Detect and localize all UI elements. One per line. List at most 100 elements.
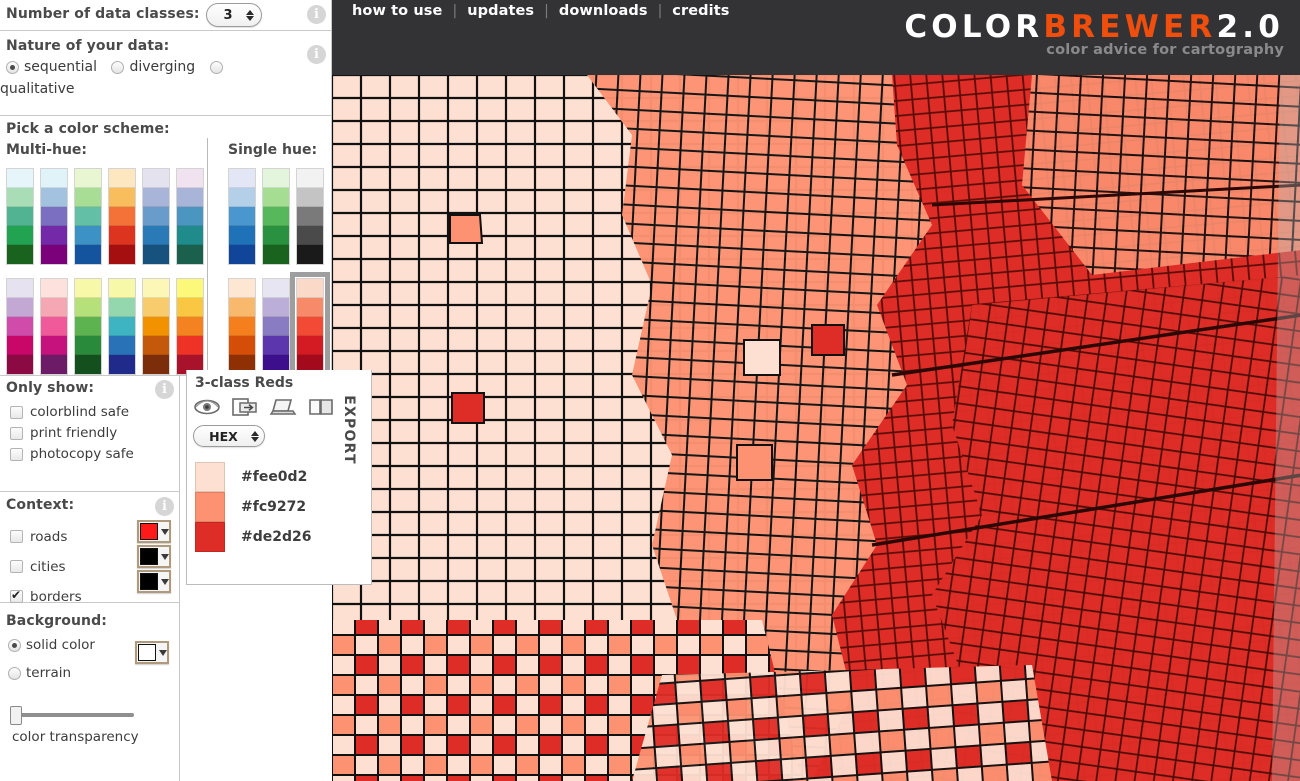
radio-option-sequential[interactable]: sequential	[6, 59, 97, 75]
swatch-stop-5	[41, 355, 67, 374]
data-classes-stepper[interactable]: 3	[206, 3, 262, 27]
checkbox-icon-cities[interactable]	[10, 560, 23, 573]
info-icon-data-classes[interactable]: i	[307, 5, 326, 24]
nav-link-downloads[interactable]: downloads	[549, 3, 658, 19]
info-icon-context[interactable]: i	[155, 497, 174, 516]
color-format-select[interactable]: HEX	[193, 425, 265, 447]
book-icon[interactable]	[307, 396, 335, 418]
checkbox-icon-borders[interactable]	[10, 588, 23, 603]
data-classes-label: Number of data classes:	[6, 6, 200, 22]
swatch-stop-2	[75, 298, 101, 317]
swatch-stop-2	[297, 188, 323, 207]
color-picker-cities[interactable]	[137, 545, 171, 568]
legend-color-row-1[interactable]: #fee0d2	[195, 462, 312, 492]
legend-color-value-3: #de2d26	[241, 529, 312, 545]
section-context: Context: i roads cities borders	[0, 492, 180, 605]
only-show-checkbox-list: colorblind safe print friendly photocopy…	[10, 404, 134, 467]
map-svg[interactable]	[332, 75, 1300, 781]
swatch-stop-4	[109, 336, 135, 355]
radio-option-terrain[interactable]: terrain	[8, 665, 71, 681]
swatch-stop-4	[7, 226, 33, 245]
swatch-stop-5	[41, 245, 67, 264]
scheme-swatch-orrd[interactable]	[108, 168, 136, 265]
site-logo[interactable]: COLORBREWER2.0 color advice for cartogra…	[904, 10, 1284, 58]
swatch-stop-1	[229, 279, 255, 298]
chevron-down-icon-cities[interactable]	[161, 553, 169, 560]
checkbox-row-cities[interactable]: cities	[10, 554, 82, 579]
swatch-stop-1	[177, 169, 203, 188]
legend-color-row-2[interactable]: #fc9272	[195, 492, 312, 522]
transparency-slider-thumb[interactable]	[10, 706, 22, 725]
checkbox-icon-photocopy-safe[interactable]	[10, 447, 23, 461]
swatch-stop-2	[177, 298, 203, 317]
checkbox-icon-print-friendly[interactable]	[10, 426, 23, 440]
swatch-stop-3	[229, 207, 255, 226]
nav-link-credits[interactable]: credits	[662, 3, 739, 19]
scheme-swatch-ylgnbu[interactable]	[108, 278, 136, 375]
legend-color-chip-2	[195, 492, 225, 522]
multi-hue-label: Multi-hue:	[6, 142, 88, 158]
chevron-down-icon-roads[interactable]	[161, 528, 169, 535]
scheme-swatch-pubu[interactable]	[142, 168, 170, 265]
scheme-swatch-gnbu[interactable]	[74, 168, 102, 265]
swatch-stop-5	[75, 245, 101, 264]
chevron-down-icon-background[interactable]	[159, 649, 167, 656]
swatch-stop-2	[109, 188, 135, 207]
legend-color-list: #fee0d2 #fc9272 #de2d26	[195, 462, 312, 552]
radio-icon-terrain[interactable]	[8, 666, 21, 680]
radio-label-sequential: sequential	[24, 59, 98, 75]
checkbox-icon-colorblind-safe[interactable]	[10, 405, 23, 419]
background-options: solid color terrain	[8, 637, 105, 681]
scheme-swatch-greys[interactable]	[296, 168, 324, 265]
info-icon-only-show[interactable]: i	[155, 380, 174, 399]
scheme-swatch-greens[interactable]	[262, 168, 290, 265]
scheme-swatch-rdpu[interactable]	[40, 278, 68, 375]
radio-icon-solid-color[interactable]	[8, 638, 21, 652]
checkbox-row-photocopy-safe[interactable]: photocopy safe	[10, 446, 134, 462]
radio-icon-diverging[interactable]	[111, 60, 125, 74]
radio-icon-qualitative[interactable]	[209, 60, 223, 74]
photocopy-icon[interactable]	[231, 396, 259, 418]
swatch-stop-2	[7, 298, 33, 317]
checkbox-row-colorblind-safe[interactable]: colorblind safe	[10, 404, 134, 420]
checkbox-icon-roads[interactable]	[10, 530, 23, 543]
scheme-swatch-bupu[interactable]	[40, 168, 68, 265]
nav-link-how-to-use[interactable]: how to use	[342, 3, 452, 19]
swatch-stop-1	[75, 169, 101, 188]
radio-option-diverging[interactable]: diverging	[111, 59, 195, 75]
radio-option-solid-color[interactable]: solid color	[8, 637, 95, 653]
scheme-swatch-blues[interactable]	[228, 168, 256, 265]
radio-option-qualitative-control[interactable]	[209, 60, 223, 74]
stepper-arrows-icon[interactable]	[243, 9, 261, 21]
swatch-stop-3	[75, 207, 101, 226]
chevron-down-icon-borders[interactable]	[161, 578, 169, 585]
swatch-stop-1	[143, 279, 169, 298]
swatch-stop-3	[75, 317, 101, 336]
scheme-swatch-ylorrd[interactable]	[176, 278, 204, 375]
export-tab[interactable]: EXPORT	[337, 390, 361, 478]
transparency-slider-track[interactable]	[14, 713, 134, 717]
scheme-swatch-bugn[interactable]	[6, 168, 34, 265]
select-arrows-icon[interactable]	[248, 430, 264, 442]
scheme-swatch-purd[interactable]	[6, 278, 34, 375]
scheme-swatch-oranges[interactable]	[228, 278, 256, 375]
swatch-stop-4	[177, 226, 203, 245]
scheme-swatch-pubugn[interactable]	[176, 168, 204, 265]
checkbox-row-roads[interactable]: roads	[10, 524, 82, 549]
radio-icon-sequential[interactable]	[6, 60, 19, 74]
scheme-swatch-purples[interactable]	[262, 278, 290, 375]
color-picker-roads[interactable]	[137, 520, 171, 543]
swatch-stop-1	[263, 169, 289, 188]
laptop-icon[interactable]	[269, 396, 297, 418]
scheme-swatch-ylorbr[interactable]	[142, 278, 170, 375]
eye-icon[interactable]	[193, 396, 221, 418]
swatch-stop-4	[263, 226, 289, 245]
nav-link-updates[interactable]: updates	[457, 3, 544, 19]
scheme-swatch-ylgn[interactable]	[74, 278, 102, 375]
legend-color-row-3[interactable]: #de2d26	[195, 522, 312, 552]
scheme-swatch-reds-selected[interactable]	[290, 272, 330, 381]
color-picker-background[interactable]	[135, 641, 169, 664]
color-picker-borders[interactable]	[137, 570, 171, 593]
choropleth-map[interactable]	[330, 75, 1300, 781]
checkbox-row-print-friendly[interactable]: print friendly	[10, 425, 134, 441]
